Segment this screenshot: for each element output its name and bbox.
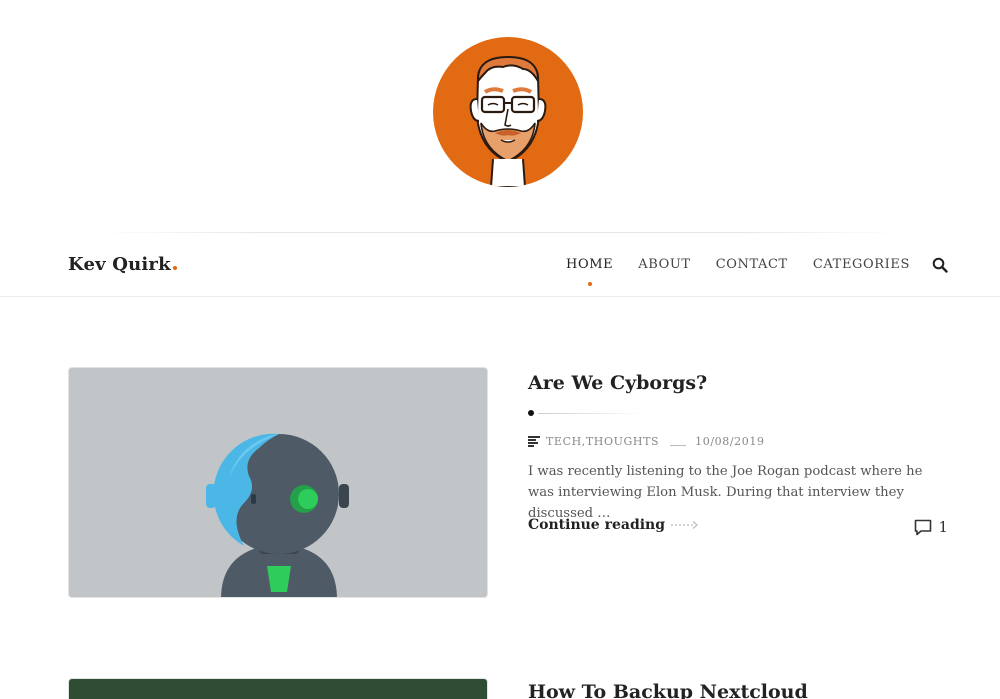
continue-reading-label[interactable]: Continue reading xyxy=(528,517,665,533)
category-icon xyxy=(528,436,540,447)
header-divider-top xyxy=(100,232,900,233)
nav-categories-label[interactable]: CATEGORIES xyxy=(813,257,910,272)
avatar-illustration xyxy=(469,55,547,187)
title-accent-dot xyxy=(172,266,177,270)
nav-about-label[interactable]: ABOUT xyxy=(638,257,690,272)
meta-separator xyxy=(670,445,687,446)
comments-link[interactable]: 1 xyxy=(914,518,948,536)
search-icon[interactable] xyxy=(932,257,948,273)
nav-contact[interactable]: CONTACT xyxy=(716,257,788,272)
title-separator xyxy=(528,410,643,416)
nav-about[interactable]: ABOUT xyxy=(638,257,690,272)
cyborg-illustration xyxy=(69,368,487,597)
post-meta: TECH,THOUGHTS 10/08/2019 xyxy=(528,435,765,448)
post-thumbnail[interactable] xyxy=(68,367,488,598)
site-title-text[interactable]: Kev Quirk xyxy=(68,254,171,275)
site-logo[interactable] xyxy=(433,37,583,187)
post-thumbnail-2[interactable] xyxy=(68,678,488,699)
post-title[interactable]: Are We Cyborgs? xyxy=(528,372,707,394)
comment-icon xyxy=(915,519,932,535)
main-nav: HOME ABOUT CONTACT CATEGORIES xyxy=(541,256,948,286)
nav-contact-label[interactable]: CONTACT xyxy=(716,257,788,272)
nav-active-indicator xyxy=(587,281,592,286)
post-title-2[interactable]: How To Backup Nextcloud xyxy=(528,681,808,699)
post-date: 10/08/2019 xyxy=(695,435,765,448)
comment-count[interactable]: 1 xyxy=(938,518,948,536)
post-excerpt: I was recently listening to the Joe Roga… xyxy=(528,464,923,521)
post-categories[interactable]: TECH,THOUGHTS xyxy=(546,435,659,448)
nav-categories[interactable]: CATEGORIES xyxy=(813,257,910,272)
header-divider-bottom xyxy=(0,296,1000,297)
site-title[interactable]: Kev Quirk xyxy=(68,254,177,275)
arrow-right-icon xyxy=(671,521,698,529)
nav-home[interactable]: HOME xyxy=(566,257,613,286)
nav-home-label[interactable]: HOME xyxy=(566,257,613,272)
continue-reading-link[interactable]: Continue reading xyxy=(528,517,699,533)
